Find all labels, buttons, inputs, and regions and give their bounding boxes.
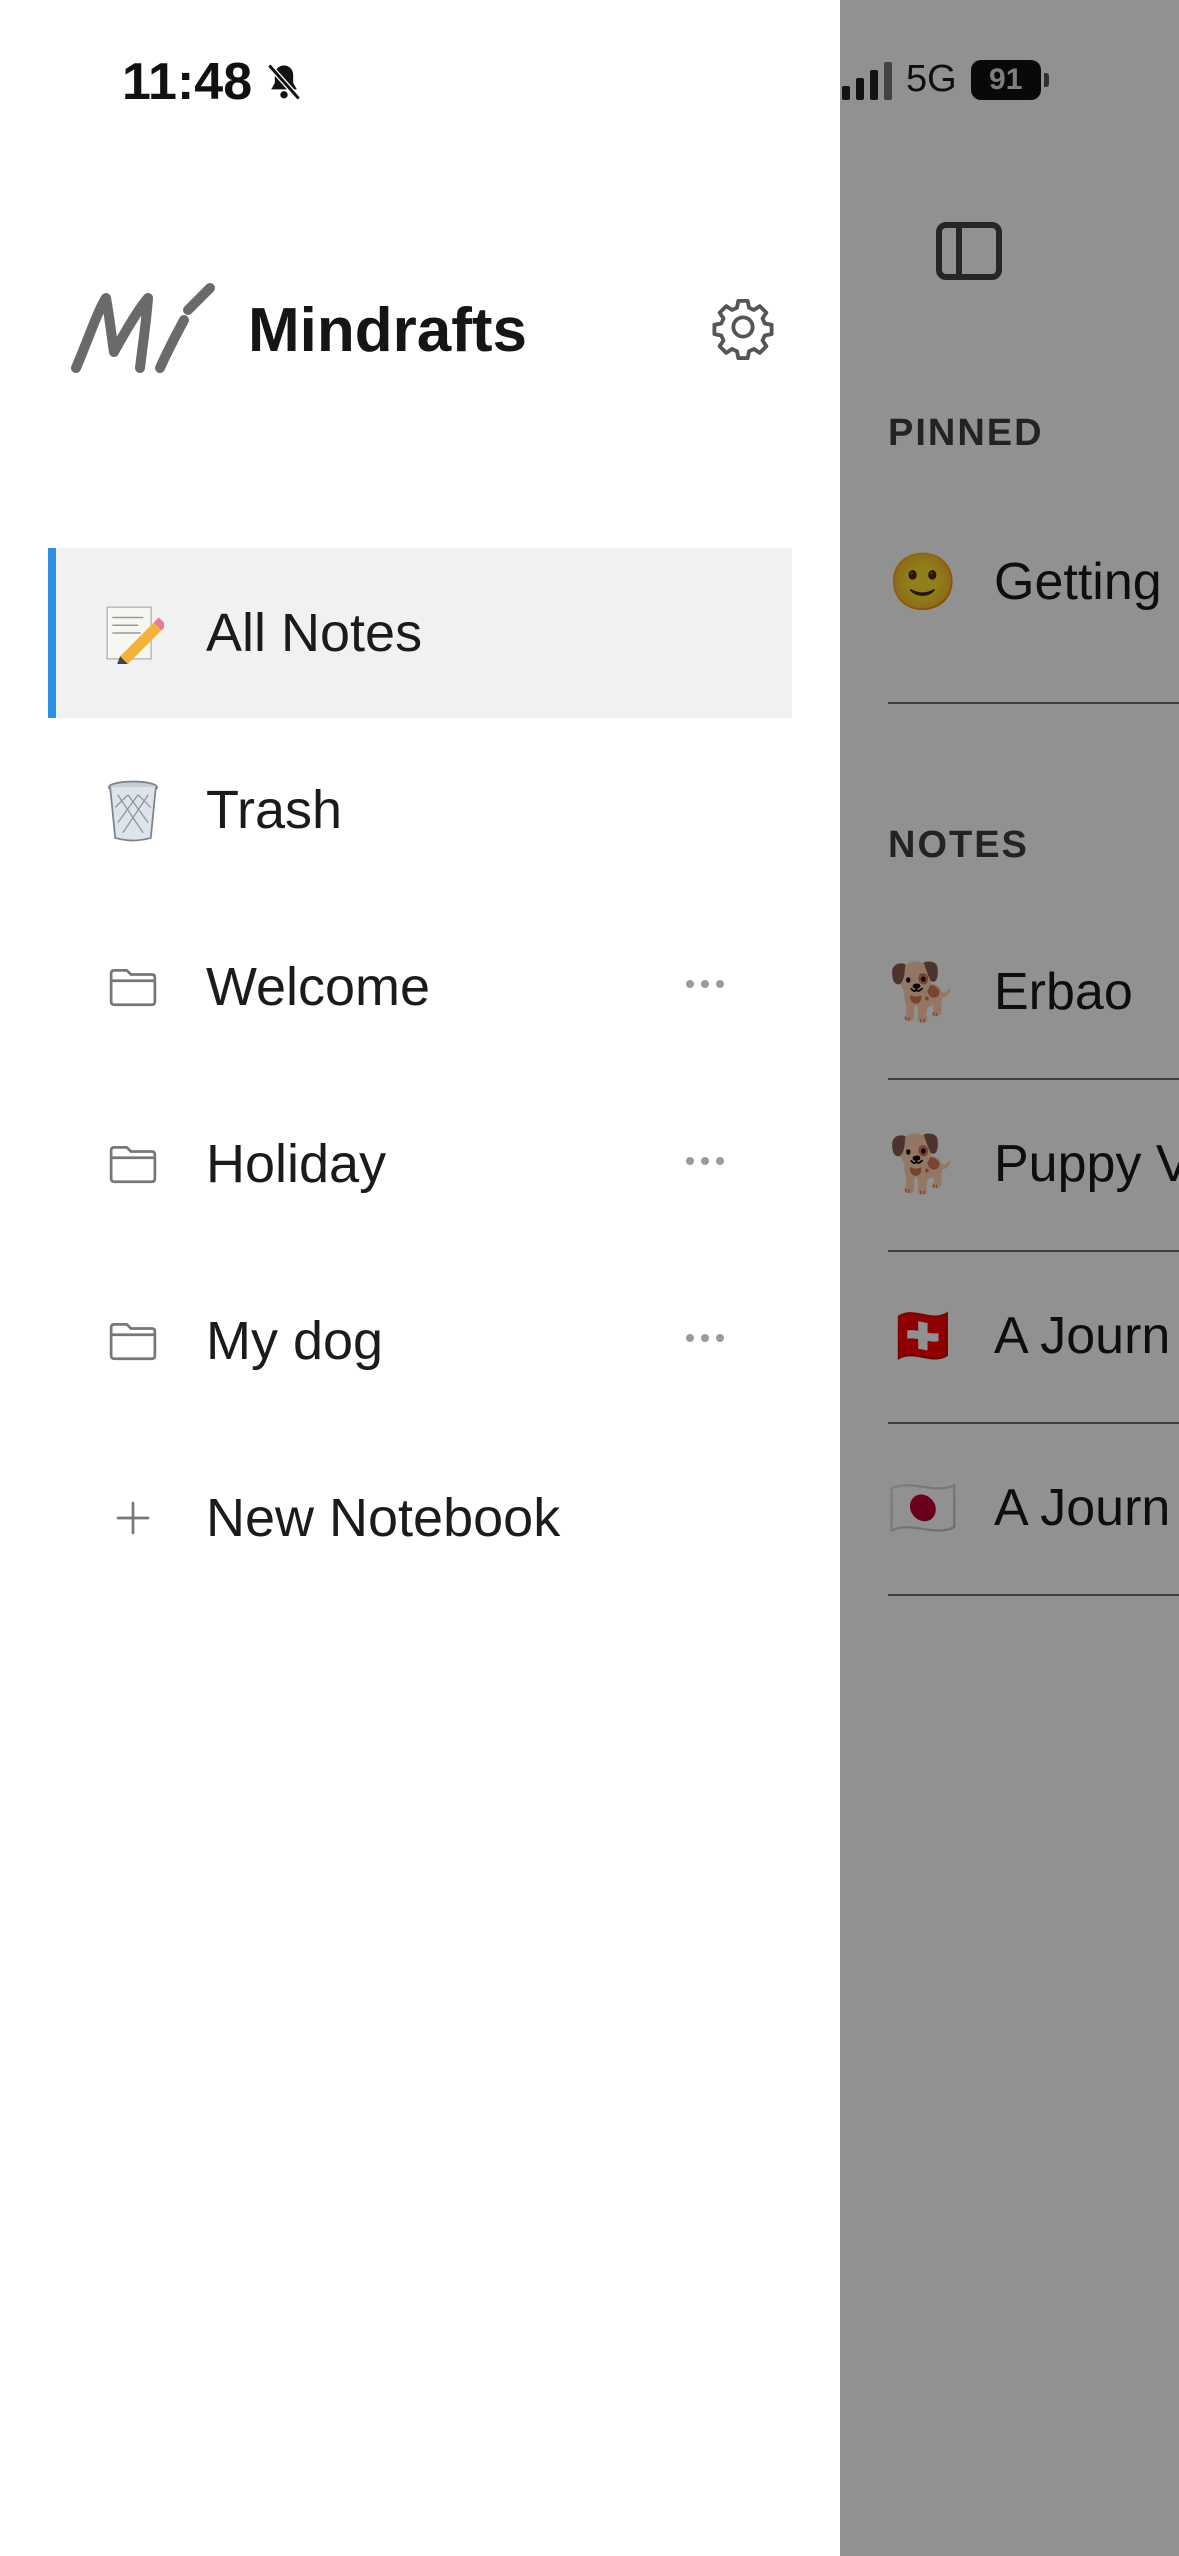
side-drawer: 11:48 Mindrafts All Notes Trash Welcome …: [0, 0, 840, 2556]
memo-icon: [100, 600, 166, 666]
more-options-icon[interactable]: [686, 1157, 724, 1165]
notebook-nav: All Notes Trash Welcome Holiday My dog N…: [48, 548, 792, 1610]
nav-item-label: Trash: [206, 780, 343, 840]
folder-icon: [100, 1308, 166, 1374]
brand-header: Mindrafts: [68, 280, 527, 380]
settings-gear-icon[interactable]: [710, 294, 776, 360]
nav-item-label: My dog: [206, 1311, 384, 1371]
nav-item-my-dog[interactable]: My dog: [48, 1256, 792, 1426]
wastebasket-icon: [100, 777, 166, 843]
nav-item-holiday[interactable]: Holiday: [48, 1079, 792, 1249]
mindrafts-logo-icon: [71, 283, 215, 373]
nav-item-label: New Notebook: [206, 1488, 561, 1548]
clock-text: 11:48: [122, 53, 253, 111]
nav-item-label: All Notes: [206, 603, 423, 663]
bell-slash-icon: [267, 63, 301, 101]
status-time: 11:48: [122, 52, 306, 112]
folder-icon: [100, 1131, 166, 1197]
nav-item-label: Welcome: [206, 957, 431, 1017]
more-options-icon[interactable]: [686, 980, 724, 988]
plus-icon: [100, 1485, 166, 1551]
app-name: Mindrafts: [248, 295, 527, 365]
folder-icon: [100, 954, 166, 1020]
dim-overlay[interactable]: [840, 0, 1179, 2556]
nav-item-trash[interactable]: Trash: [48, 725, 792, 895]
new-notebook-button[interactable]: New Notebook: [48, 1433, 792, 1603]
more-options-icon[interactable]: [686, 1334, 724, 1342]
nav-item-welcome[interactable]: Welcome: [48, 902, 792, 1072]
nav-item-all-notes[interactable]: All Notes: [48, 548, 792, 718]
nav-item-label: Holiday: [206, 1134, 387, 1194]
